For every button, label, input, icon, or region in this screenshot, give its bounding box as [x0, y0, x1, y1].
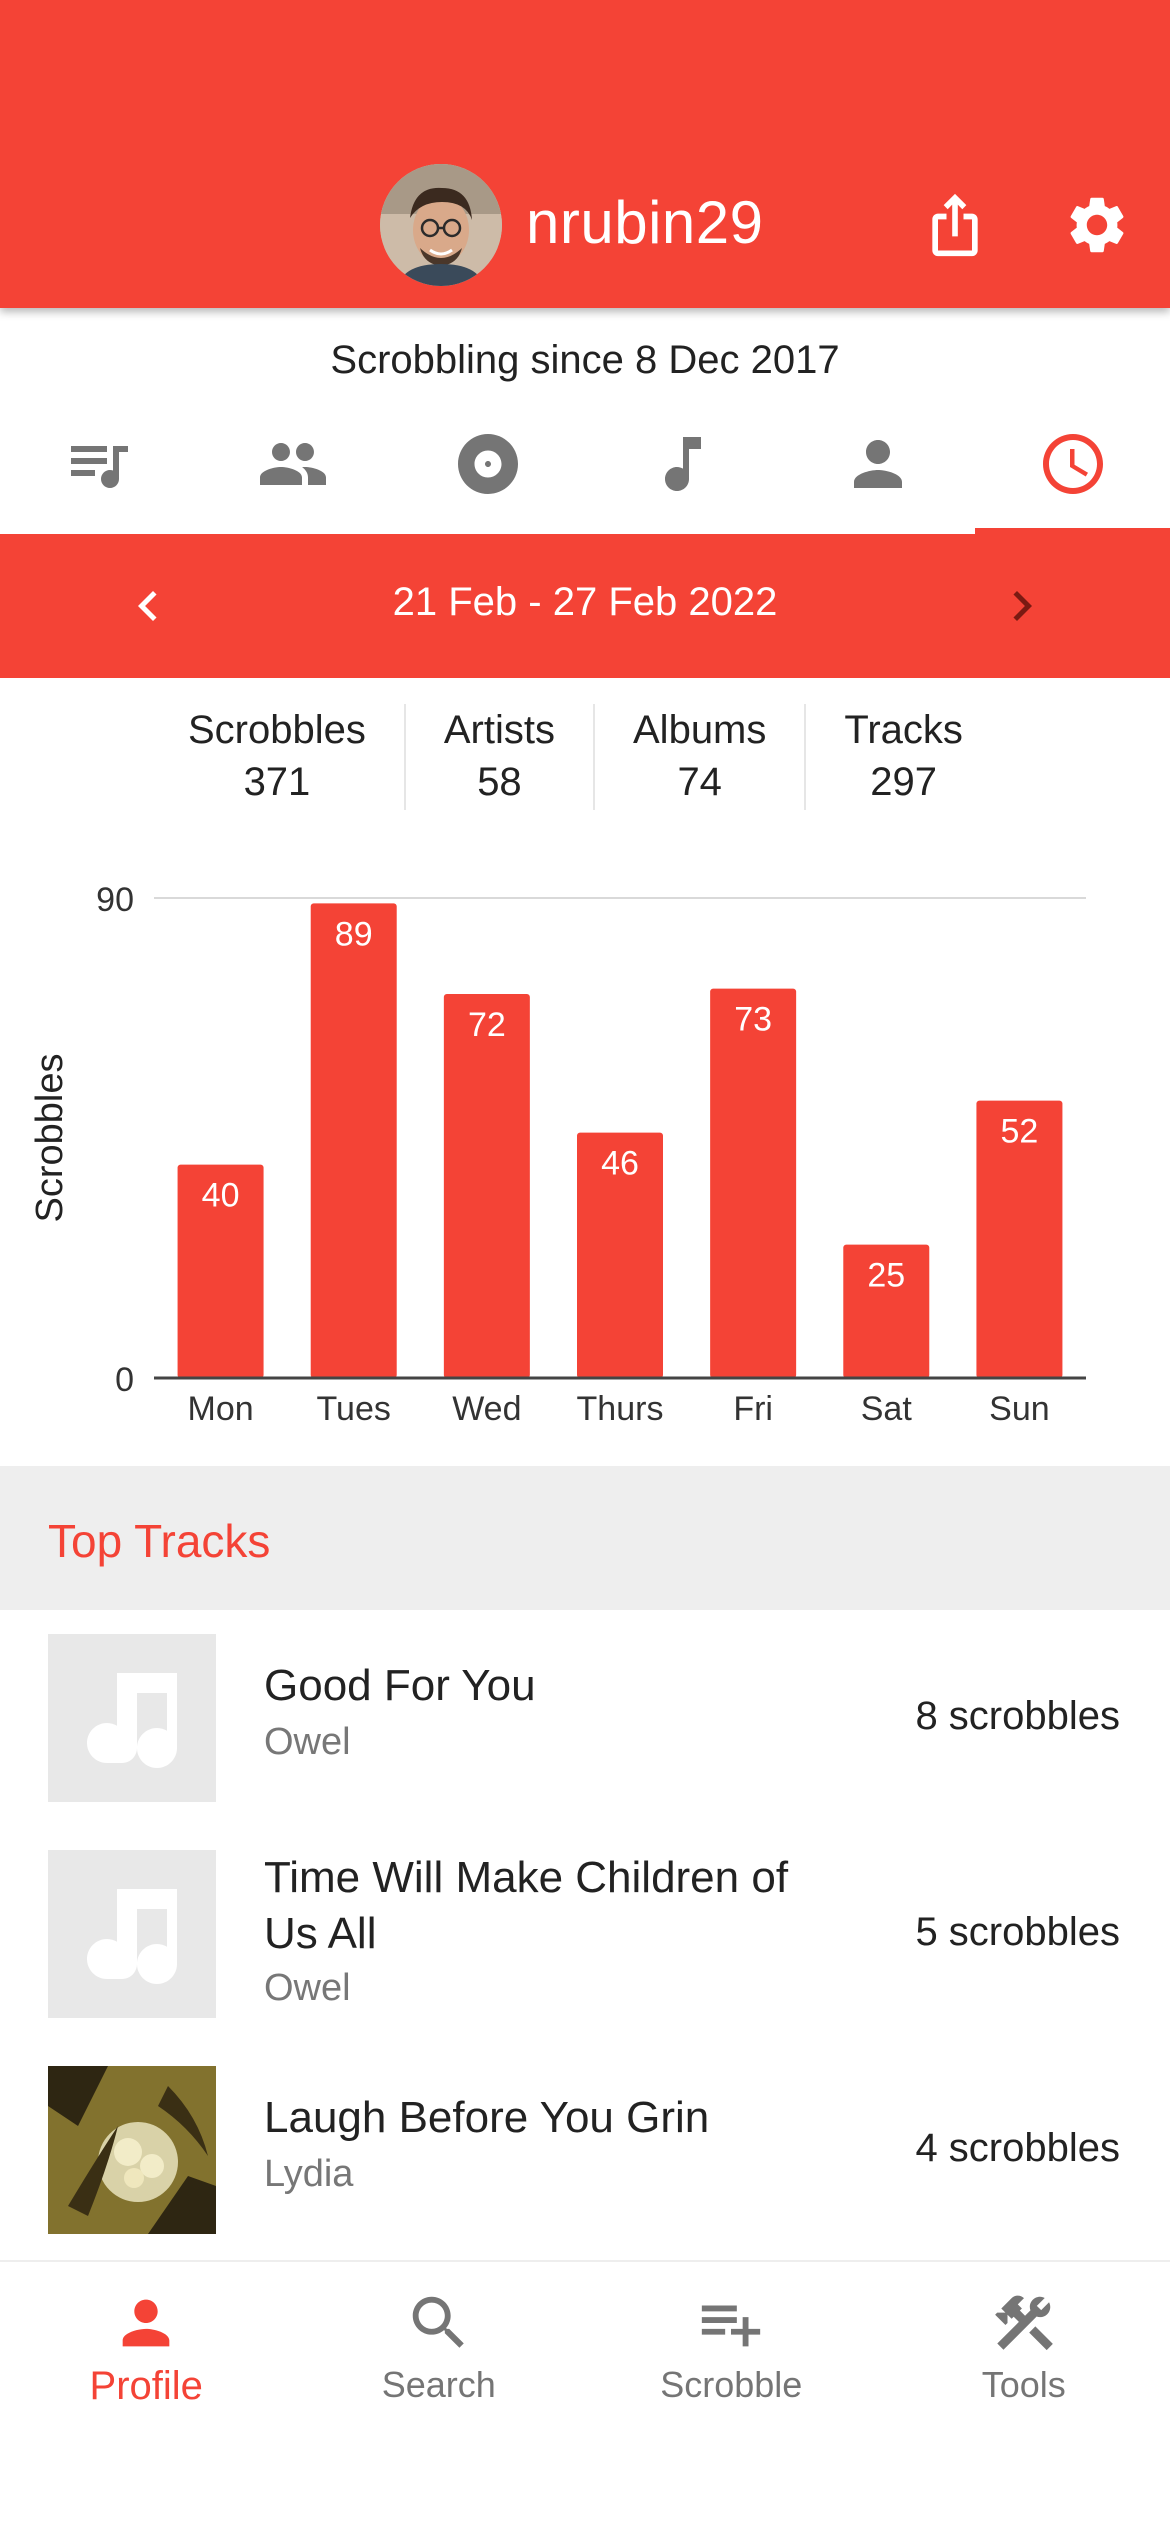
track-artist: Owel [264, 1967, 351, 2009]
bar-data-label: 73 [734, 1001, 772, 1039]
playlist-add-icon [702, 2305, 761, 2347]
x-tick-label: Thurs [577, 1390, 664, 1428]
share-icon [932, 193, 978, 257]
settings-button[interactable] [1052, 180, 1142, 270]
profile-tabs [0, 404, 1170, 534]
stat-tracks: Tracks 297 [804, 704, 1001, 810]
tab-friends[interactable] [195, 404, 390, 534]
bar-data-label: 46 [601, 1145, 639, 1183]
track-scrobble-count: 8 scrobbles [915, 1694, 1120, 1738]
nav-search[interactable]: Search [293, 2262, 586, 2532]
avatar[interactable] [380, 164, 502, 286]
nav-label: Scrobble [660, 2364, 803, 2405]
track-scrobble-count: 4 scrobbles [915, 2126, 1120, 2170]
track-scrobble-count: 5 scrobbles [915, 1910, 1120, 1954]
track-art-placeholder [48, 1634, 216, 1802]
nav-label: Profile [89, 2364, 203, 2408]
stat-value: 297 [870, 760, 938, 804]
track-title: Laugh Before You Grin [264, 2093, 710, 2142]
stat-artists: Artists 58 [403, 704, 593, 810]
stats-row: Scrobbles 371 Artists 58 Albums 74 Track… [150, 704, 1001, 810]
tab-artists[interactable] [780, 404, 975, 534]
nav-label: Tools [981, 2364, 1066, 2405]
track-artist: Owel [264, 1721, 351, 1763]
chart-bar [310, 903, 397, 1378]
next-week-button[interactable] [986, 570, 1058, 642]
person-icon [122, 2299, 170, 2347]
track-row[interactable]: Laugh Before You Grin Lydia 4 scrobbles [0, 2044, 1170, 2234]
x-tick-label: Sat [861, 1390, 913, 1428]
stat-scrobbles: Scrobbles 371 [150, 704, 404, 810]
y-tick-label: 0 [115, 1361, 134, 1399]
y-axis-label: Scrobbles [29, 1054, 71, 1223]
track-art-placeholder [48, 1850, 216, 2018]
album-cover [48, 2066, 216, 2234]
tab-albums[interactable] [390, 404, 585, 534]
stat-label: Artists [443, 708, 555, 752]
x-tick-label: Mon [188, 1390, 254, 1428]
album-cover-image [48, 2066, 216, 2234]
stat-value: 74 [677, 760, 722, 804]
x-tick-label: Tues [317, 1390, 391, 1428]
x-tick-label: Wed [452, 1390, 521, 1428]
music-note-placeholder-icon [87, 1673, 177, 1768]
album-disc-icon [457, 434, 518, 494]
scrobbling-since-text: Scrobbling since 8 Dec 2017 [330, 338, 840, 382]
bar-data-label: 40 [202, 1177, 240, 1215]
section-title: Top Tracks [48, 1515, 271, 1567]
track-row[interactable]: Good For You Owel 8 scrobbles [0, 1612, 1170, 1802]
bar-data-label: 52 [1001, 1113, 1039, 1151]
tab-weekly-chart[interactable] [975, 404, 1170, 534]
bar-data-label: 72 [468, 1006, 506, 1044]
chart-bar [443, 994, 530, 1378]
nav-profile[interactable]: Profile [0, 2262, 293, 2532]
stat-value: 371 [243, 760, 311, 804]
share-button[interactable] [910, 180, 1000, 270]
stat-value: 58 [477, 760, 522, 804]
tab-scrobbles[interactable] [0, 404, 195, 534]
nav-scrobble[interactable]: Scrobble [585, 2262, 878, 2532]
music-note-icon [664, 437, 701, 491]
chevron-right-icon [1013, 591, 1032, 621]
app-header: nrubin29 [0, 0, 1170, 308]
track-artist: Lydia [264, 2153, 354, 2195]
date-range-bar: 21 Feb - 27 Feb 2022 [0, 534, 1170, 678]
people-icon [259, 443, 326, 485]
track-title: Time Will Make Children of Us All [264, 1853, 789, 1958]
chart-bar [710, 988, 797, 1378]
x-tick-label: Fri [733, 1390, 773, 1428]
person-icon [853, 440, 902, 488]
bottom-navigation: Profile Search Scrobble Tools [0, 2260, 1170, 2532]
track-title: Good For You [264, 1661, 536, 1710]
x-tick-label: Sun [989, 1390, 1050, 1428]
username: nrubin29 [526, 189, 764, 256]
playlist-music-icon [70, 446, 128, 488]
search-icon [412, 2296, 464, 2348]
avatar-image [380, 164, 502, 286]
gear-icon [1070, 197, 1124, 253]
stat-albums: Albums 74 [593, 704, 804, 810]
tools-icon [994, 2295, 1053, 2351]
nav-tools[interactable]: Tools [878, 2262, 1170, 2532]
chart-canvas: 90 0 Scrobbles 40 Mon 89 Tues 72 Wed 46 Thurs 73 Fri… [29, 881, 1086, 1428]
tab-tracks[interactable] [585, 404, 780, 534]
scrobbles-bar-chart: 90 0 Scrobbles 40 Mon 89 Tues 72 Wed 46 Thurs 73 Fri… [0, 860, 1170, 1460]
stat-label: Scrobbles [188, 708, 366, 752]
stat-label: Albums [633, 708, 767, 752]
bar-data-label: 89 [335, 915, 373, 953]
nav-label: Search [381, 2364, 496, 2405]
stat-label: Tracks [844, 708, 963, 752]
top-tracks-header: Top Tracks [0, 1466, 1170, 1610]
track-row[interactable]: Time Will Make Children of Us All Owel 5… [0, 1828, 1170, 2018]
y-tick-label: 90 [96, 881, 134, 919]
music-note-placeholder-icon [87, 1889, 177, 1984]
bar-data-label: 25 [867, 1257, 905, 1295]
clock-icon [1042, 434, 1103, 494]
